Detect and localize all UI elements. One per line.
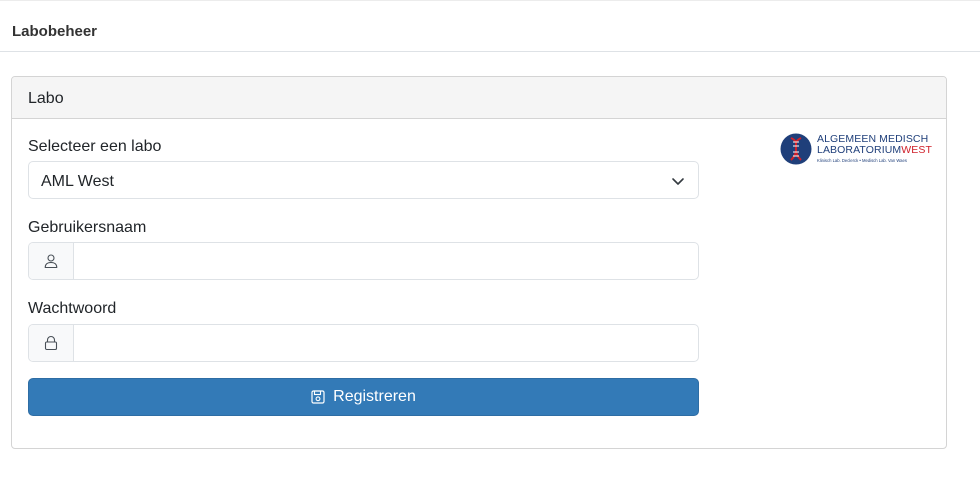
lock-icon — [44, 335, 58, 351]
password-input[interactable] — [75, 325, 698, 361]
username-input[interactable] — [75, 243, 698, 279]
labo-select-label: Selecteer een labo — [28, 138, 162, 155]
username-label: Gebruikersnaam — [28, 219, 147, 236]
page-header: Labobeheer — [0, 0, 980, 52]
dna-logo-icon — [780, 133, 812, 165]
logo-text-main: LABORATORIUM — [817, 144, 902, 156]
labo-select[interactable]: AML West — [28, 161, 699, 199]
password-input-group — [28, 324, 699, 362]
chevron-down-icon — [672, 178, 684, 185]
save-icon — [311, 390, 325, 404]
labo-select-value: AML West — [41, 173, 114, 190]
register-button[interactable]: Registreren — [28, 378, 699, 416]
username-input-group — [28, 242, 699, 280]
register-button-label: Registreren — [333, 388, 416, 405]
page-title: Labobeheer — [12, 23, 98, 40]
password-label: Wachtwoord — [28, 300, 117, 317]
card-header: Labo — [12, 77, 946, 119]
username-addon — [29, 243, 74, 279]
lab-logo: ALGEMEEN MEDISCH LABORATORIUMWEST Klinis… — [780, 133, 940, 169]
password-addon — [29, 325, 74, 361]
user-icon — [44, 254, 58, 269]
logo-text-line3: Klinisch Lab. Declerck • Medisch Lab. Va… — [817, 158, 907, 163]
logo-text-line2: LABORATORIUMWEST — [817, 144, 932, 156]
logo-text-accent: WEST — [901, 144, 932, 156]
